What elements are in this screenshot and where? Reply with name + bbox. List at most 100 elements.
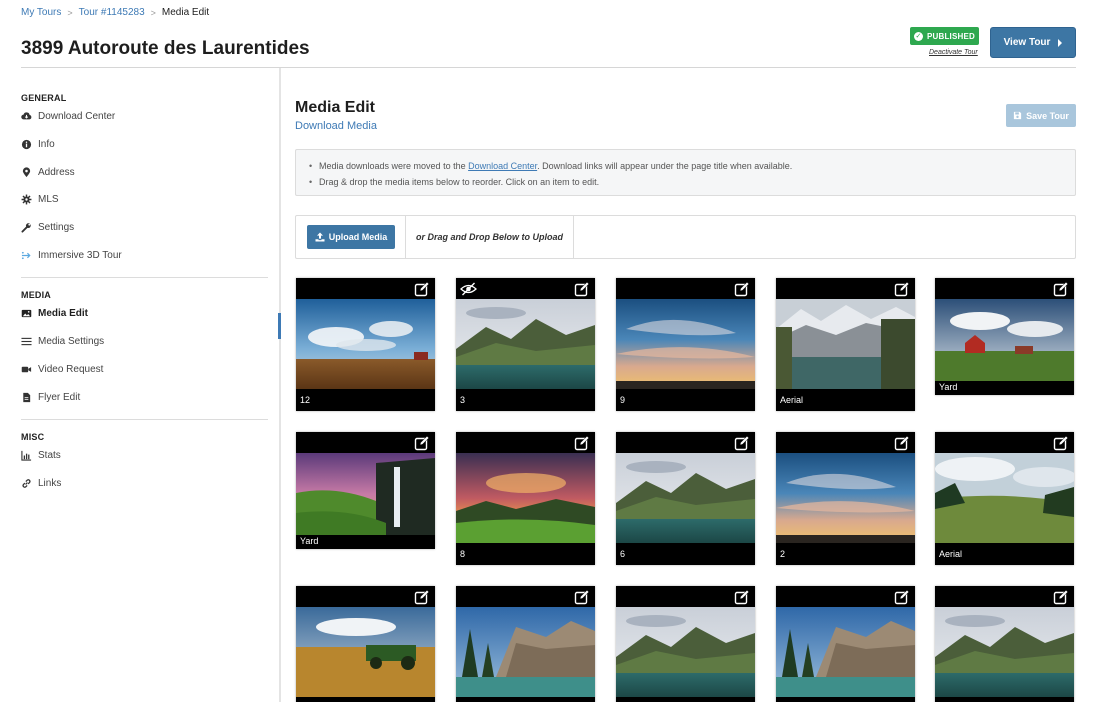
media-tile-toolbar <box>776 278 915 299</box>
media-tile-toolbar <box>456 278 595 299</box>
edit-icon[interactable] <box>1053 435 1069 451</box>
media-tile-toolbar <box>456 432 595 453</box>
sidebar-item-media-settings[interactable]: Media Settings <box>21 328 268 356</box>
media-tile[interactable]: 9 <box>616 278 755 411</box>
info-icon <box>21 139 32 150</box>
edit-icon[interactable] <box>894 435 910 451</box>
media-tile-toolbar <box>616 586 755 607</box>
save-tour-label: Save Tour <box>1026 110 1069 121</box>
media-tile[interactable] <box>616 586 755 702</box>
sidebar-item-label: Media Edit <box>38 308 89 320</box>
media-thumbnail[interactable] <box>456 453 595 543</box>
media-thumbnail[interactable] <box>616 453 755 543</box>
view-tour-button[interactable]: View Tour <box>990 27 1076 58</box>
sidebar-item-address[interactable]: Address <box>21 158 268 186</box>
edit-icon[interactable] <box>1053 589 1069 605</box>
media-thumbnail[interactable] <box>935 453 1074 543</box>
media-thumbnail[interactable] <box>776 299 915 389</box>
media-thumbnail[interactable] <box>456 607 595 697</box>
sidebar-item-media-edit[interactable]: Media Edit <box>21 300 268 328</box>
edit-icon[interactable] <box>414 589 430 605</box>
wrench-icon <box>21 222 32 233</box>
sliders-icon <box>21 336 32 347</box>
media-thumbnail[interactable] <box>776 453 915 543</box>
sidebar-item-immersive-3d-tour[interactable]: Immersive 3D Tour <box>21 241 268 269</box>
media-tile[interactable] <box>935 586 1074 702</box>
edit-icon[interactable] <box>894 281 910 297</box>
divider <box>573 216 575 258</box>
sidebar-item-download-center[interactable]: Download Center <box>21 103 268 131</box>
edit-icon[interactable] <box>414 281 430 297</box>
media-thumbnail[interactable] <box>776 607 915 697</box>
media-tile[interactable]: 8 <box>456 432 595 565</box>
sidebar-section-title: MISC <box>21 431 45 442</box>
notice-line: Drag & drop the media items below to reo… <box>309 175 1075 191</box>
media-caption <box>296 697 435 702</box>
sidebar-item-links[interactable]: Links <box>21 470 268 498</box>
sidebar-item-settings[interactable]: Settings <box>21 214 268 242</box>
edit-icon[interactable] <box>414 435 430 451</box>
edit-icon[interactable] <box>734 589 750 605</box>
sidebar-item-video-request[interactable]: Video Request <box>21 356 268 384</box>
media-tile-toolbar <box>296 432 435 453</box>
media-tile[interactable]: 12 <box>296 278 435 411</box>
deactivate-tour-link[interactable]: Deactivate Tour <box>929 49 978 56</box>
media-tile[interactable]: 6 <box>616 432 755 565</box>
edit-icon[interactable] <box>734 435 750 451</box>
sidebar-item-label: Settings <box>38 222 75 234</box>
media-thumbnail[interactable] <box>456 299 595 389</box>
upload-media-button[interactable]: Upload Media <box>307 225 395 249</box>
media-caption <box>935 697 1074 702</box>
sidebar-item-mls[interactable]: MLS <box>21 186 268 214</box>
edit-icon[interactable] <box>1053 281 1069 297</box>
breadcrumb-current: Media Edit <box>161 7 210 18</box>
link-icon <box>21 478 32 489</box>
media-tile-toolbar <box>776 432 915 453</box>
sidebar-section-title: GENERAL <box>21 93 67 103</box>
media-tile[interactable]: 3 <box>456 278 595 411</box>
media-tile[interactable]: 2 <box>776 432 915 565</box>
media-tile[interactable]: 4 <box>456 586 595 702</box>
media-tile-toolbar <box>616 278 755 299</box>
sidebar-item-stats[interactable]: Stats <box>21 442 268 470</box>
floppy-disk-icon <box>1013 111 1022 120</box>
media-thumbnail[interactable] <box>935 607 1074 697</box>
edit-icon[interactable] <box>734 281 750 297</box>
breadcrumb-tour[interactable]: Tour #1145283 <box>79 7 145 18</box>
3d-tour-icon <box>21 250 32 261</box>
gear-icon <box>21 194 32 205</box>
media-tile[interactable]: Aerial <box>935 432 1074 565</box>
media-thumbnail[interactable] <box>296 453 435 535</box>
upload-media-label: Upload Media <box>328 232 388 242</box>
media-tile[interactable]: Yard <box>935 278 1074 395</box>
sidebar-item-label: Download Center <box>38 111 116 123</box>
sidebar-item-flyer-edit[interactable]: Flyer Edit <box>21 383 268 411</box>
sidebar-item-label: Info <box>38 139 55 151</box>
header-divider <box>21 67 1076 68</box>
media-thumbnail[interactable] <box>935 299 1074 381</box>
drop-zone-hint[interactable]: or Drag and Drop Below to Upload <box>406 232 573 242</box>
edit-icon[interactable] <box>574 435 590 451</box>
eye-slash-icon[interactable] <box>460 281 477 297</box>
sidebar-item-info[interactable]: Info <box>21 131 268 159</box>
media-caption: 6 <box>620 549 626 559</box>
edit-icon[interactable] <box>894 589 910 605</box>
media-thumbnail[interactable] <box>296 607 435 697</box>
media-tile[interactable]: Yard <box>296 432 435 549</box>
media-tile-toolbar <box>935 432 1074 453</box>
media-tile-toolbar <box>616 432 755 453</box>
download-media-link[interactable]: Download Media <box>295 120 377 132</box>
media-thumbnail[interactable] <box>296 299 435 389</box>
media-thumbnail[interactable] <box>616 607 755 697</box>
media-thumbnail[interactable] <box>616 299 755 389</box>
breadcrumb-my-tours[interactable]: My Tours <box>21 7 61 18</box>
edit-icon[interactable] <box>574 589 590 605</box>
notice-line: Media downloads were moved to the Downlo… <box>309 159 1075 175</box>
download-center-link[interactable]: Download Center <box>468 161 537 171</box>
save-tour-button[interactable]: Save Tour <box>1006 104 1076 127</box>
edit-icon[interactable] <box>574 281 590 297</box>
media-tile[interactable] <box>296 586 435 702</box>
media-tile[interactable]: Balcony <box>776 586 915 702</box>
media-tile[interactable]: Aerial <box>776 278 915 411</box>
sidebar-item-label: Media Settings <box>38 336 105 348</box>
